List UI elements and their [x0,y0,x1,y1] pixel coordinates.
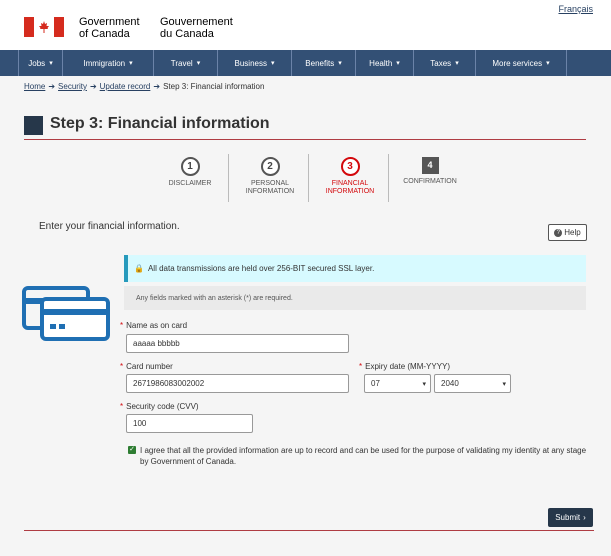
agreement-checkbox[interactable]: ✓ [128,446,136,454]
step-label: PERSONAL INFORMATION [245,180,295,195]
signature-english: Government of Canada [79,16,140,40]
breadcrumb-current: Step 3: Financial information [163,82,265,91]
step-personal-information: 2 PERSONAL INFORMATION [230,152,310,204]
menu-item-taxes[interactable]: Taxes ▾ [414,50,476,76]
question-icon: ? [554,228,563,237]
chevron-down-icon: ▾ [422,381,426,388]
step-number-circle: 2 [260,157,280,176]
card-number-input[interactable] [126,374,349,393]
breadcrumb: Home ➔ Security ➔ Update record ➔ Step 3: Fina… [24,82,264,91]
name-on-card-input[interactable] [126,334,349,353]
chevron-down-icon: ▾ [396,60,400,67]
chevron-down-icon: ▾ [270,60,275,67]
chevron-down-icon: ▾ [502,381,506,388]
menu-item-health[interactable]: Health ▾ [356,50,414,76]
chevron-down-icon: ▾ [49,60,53,67]
name-on-card-label: * Name as on card [120,321,188,330]
step-financial-information: 3 FINANCIAL INFORMATION [310,152,390,204]
chevron-down-icon: ▾ [196,60,201,67]
step-confirmation: 4 CONFIRMATION [390,152,470,204]
breadcrumb-arrow-icon: ➔ [48,82,56,91]
menu-item-jobs[interactable]: Jobs ▾ [18,50,63,76]
maple-leaf-icon [39,21,49,33]
step-number-circle: 1 [180,157,200,176]
footer-divider [24,530,594,531]
step-disclaimer: 1 DISCLAIMER [150,152,230,204]
chevron-down-icon: ▾ [338,60,342,67]
step-label: CONFIRMATION [403,178,457,185]
step-label: FINANCIAL INFORMATION [325,180,375,195]
expiry-year-select[interactable]: 2040 ▾ [434,374,511,393]
breadcrumb-arrow-icon: ➔ [153,82,161,91]
menu-item-immigration[interactable]: Immigration ▾ [63,50,154,76]
menu-item-business[interactable]: Business ▾ [218,50,292,76]
expiry-month-select[interactable]: 07 ▾ [364,374,431,393]
card-number-label: * Card number [120,362,173,371]
breadcrumb-update-record-link[interactable]: Update record [100,82,151,91]
breadcrumb-arrow-icon: ➔ [89,82,97,91]
language-toggle-link[interactable]: Français [558,4,593,14]
page-title: Step 3: Financial information [50,115,270,132]
menu-item-more-services[interactable]: More services ▾ [476,50,567,76]
ssl-notice: 🔒 All data transmissions are held over 25… [124,255,586,282]
required-fields-note: Any fields marked with an asterisk (*) a… [124,286,586,310]
title-square-icon [24,116,43,135]
canada-flag-logo [24,17,64,37]
step-number-circle: 3 [340,157,360,176]
lock-icon: 🔒 [134,264,144,273]
security-code-label: * Security code (CVV) [120,402,199,411]
chevron-down-icon: ▾ [129,60,133,67]
chevron-down-icon: ▾ [455,60,459,67]
chevron-down-icon: ▾ [546,60,550,67]
step-indicator: 1 DISCLAIMER 2 PERSONAL INFORMATION 3 FIN… [150,152,460,204]
breadcrumb-home-link[interactable]: Home [24,82,45,91]
signature-french: Gouvernement du Canada [160,16,233,40]
menu-item-benefits[interactable]: Benefits ▾ [292,50,356,76]
submit-button[interactable]: Submit › [548,508,593,527]
top-header: Français Government of Canada Gouverneme… [0,0,611,50]
menu-item-travel[interactable]: Travel ▾ [154,50,218,76]
main-menu: Jobs ▾ Immigration ▾ Travel ▾ Business ▾ Benefit… [0,50,611,76]
step-label: DISCLAIMER [168,180,212,187]
breadcrumb-security-link[interactable]: Security [58,82,87,91]
expiry-date-label: * Expiry date (MM-YYYY) [359,362,451,371]
agreement-text: I agree that all the provided informatio… [140,446,587,466]
intro-text: Enter your financial information. [39,221,180,232]
security-code-input[interactable] [126,414,253,433]
help-button[interactable]: ? Help [548,224,587,241]
step-number-square: 4 [421,157,439,174]
credit-cards-icon [22,286,110,341]
page-title-bar: Step 3: Financial information [24,114,586,140]
chevron-right-icon: › [583,513,586,522]
